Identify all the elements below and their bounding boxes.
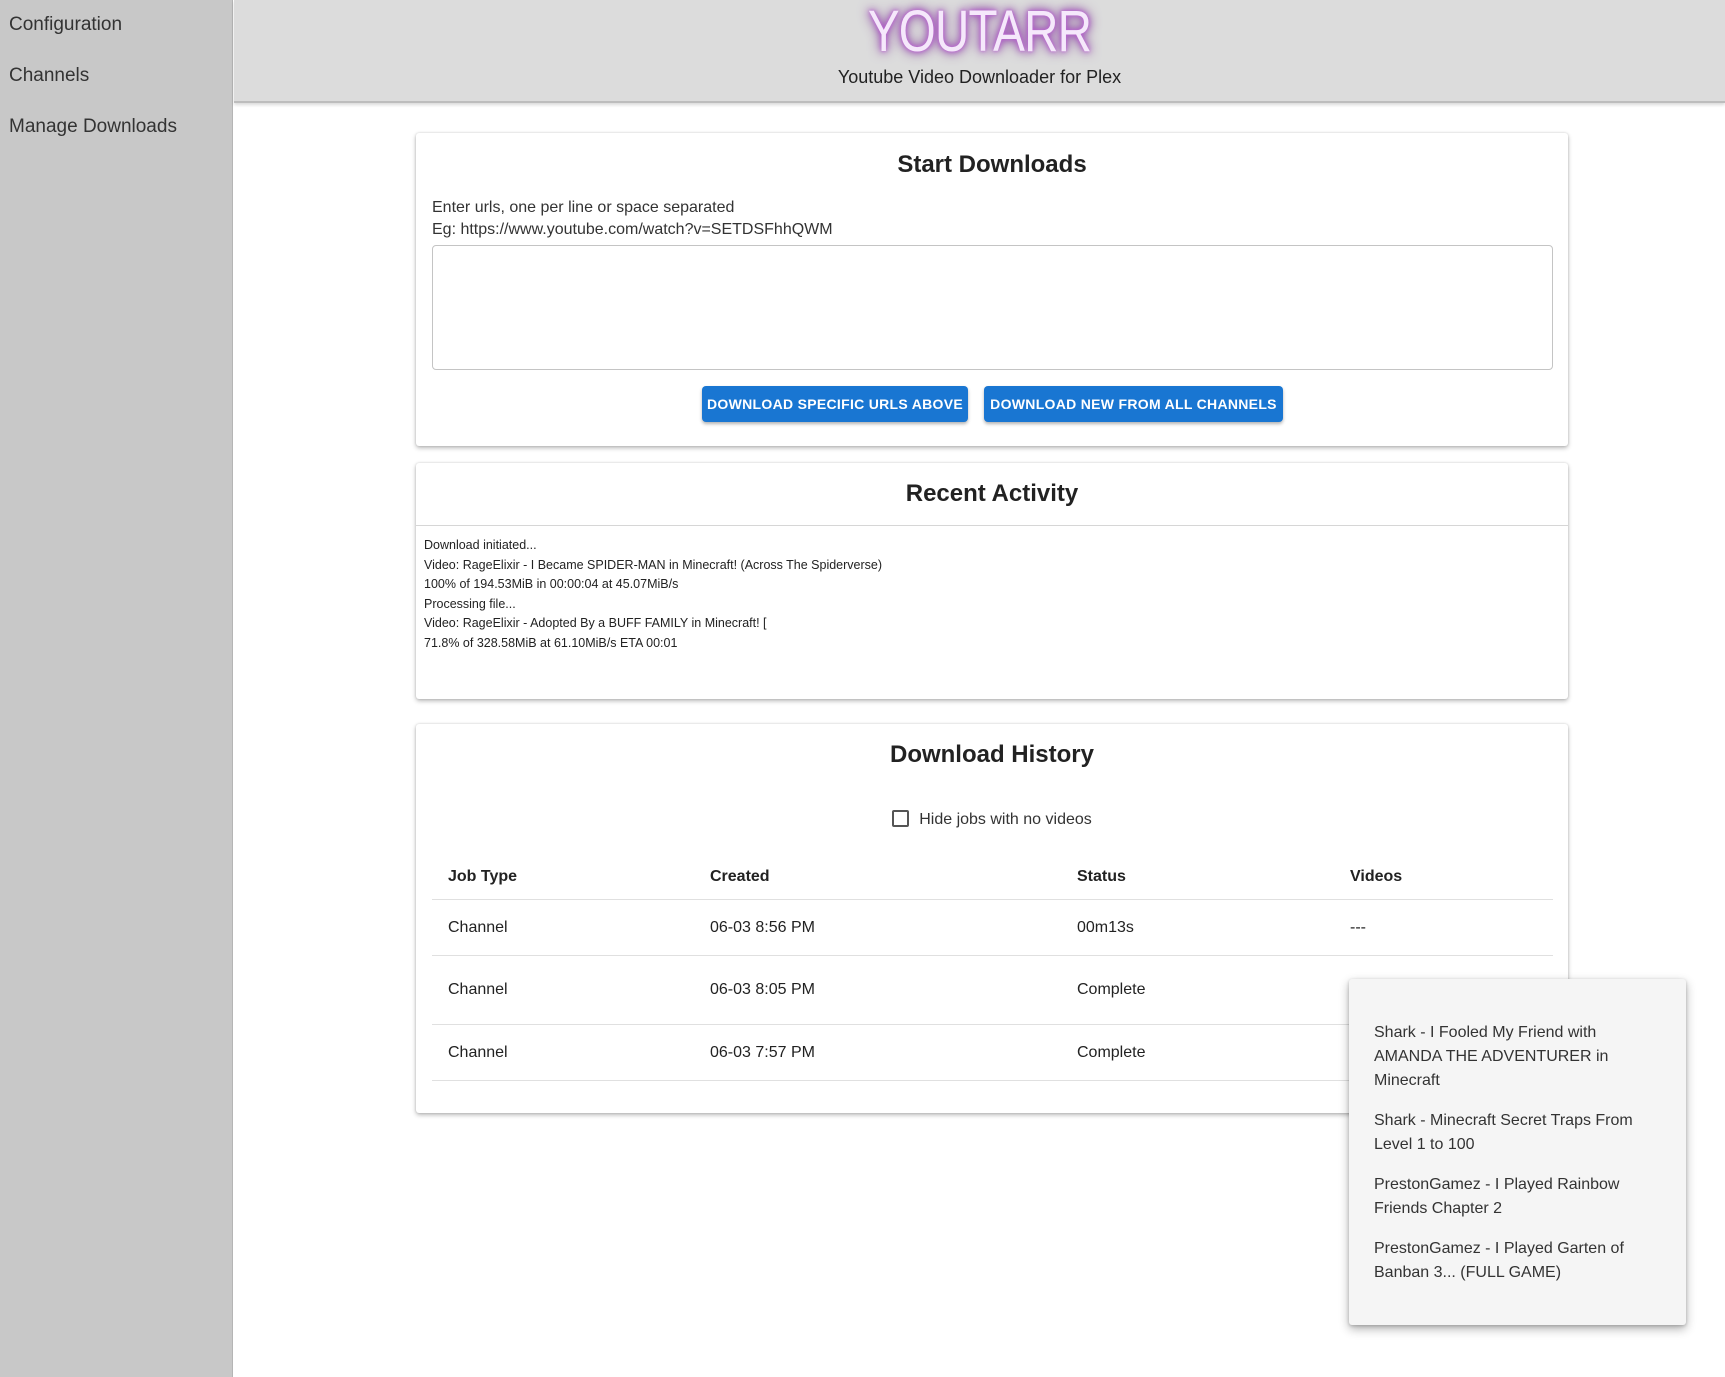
- status-cell: Complete: [1077, 1043, 1146, 1061]
- created-cell: 06-03 7:57 PM: [710, 1043, 815, 1061]
- video-list-item[interactable]: PrestonGamez - I Played Rainbow Friends …: [1374, 1173, 1664, 1221]
- app-subtitle: Youtube Video Downloader for Plex: [837, 67, 1122, 87]
- created-cell: 06-03 8:05 PM: [710, 981, 815, 998]
- status-cell: Complete: [1077, 981, 1146, 998]
- hide-jobs-toggle: Hide jobs with no videos: [416, 810, 1568, 829]
- hide-jobs-label[interactable]: Hide jobs with no videos: [919, 811, 1092, 828]
- sidebar-item-configuration[interactable]: Configuration: [0, 0, 232, 51]
- video-list-item[interactable]: Shark - Minecraft Secret Traps From Leve…: [1374, 1109, 1664, 1157]
- videos-popover: Shark - I Fooled My Friend with AMANDA T…: [1349, 979, 1686, 1325]
- column-header-job-type[interactable]: Job Type: [448, 854, 517, 899]
- table-header-row: Job Type Created Status Videos: [432, 854, 1553, 900]
- log-line: Download initiated...: [424, 538, 537, 552]
- job-type-cell: Channel: [448, 981, 508, 998]
- download-new-all-channels-button[interactable]: DOWNLOAD NEW FROM ALL CHANNELS: [984, 386, 1283, 422]
- start-downloads-card: Start Downloads Enter urls, one per line…: [416, 133, 1568, 446]
- video-list-item[interactable]: PrestonGamez - I Played Garten of Banban…: [1374, 1237, 1664, 1285]
- app-header: YOUTARR Youtube Video Downloader for Ple…: [234, 0, 1725, 103]
- log-line: Processing file...: [424, 596, 516, 611]
- column-header-created[interactable]: Created: [710, 854, 770, 899]
- url-input[interactable]: [432, 245, 1553, 370]
- app-logo: YOUTARR: [867, 0, 1092, 64]
- url-example-text: Eg: https://www.youtube.com/watch?v=SETD…: [432, 221, 833, 238]
- url-hint-text: Enter urls, one per line or space separa…: [432, 199, 735, 216]
- video-list-item[interactable]: Shark - I Fooled My Friend with AMANDA T…: [1374, 1021, 1664, 1093]
- column-header-videos[interactable]: Videos: [1350, 854, 1402, 899]
- job-type-cell: Channel: [448, 918, 508, 936]
- hide-jobs-checkbox[interactable]: [892, 810, 910, 827]
- start-downloads-title: Start Downloads: [897, 151, 1087, 178]
- job-type-cell: Channel: [448, 1043, 508, 1061]
- download-specific-urls-button[interactable]: DOWNLOAD SPECIFIC URLS ABOVE: [702, 386, 968, 422]
- log-line: Video: RageElixir - Adopted By a BUFF FA…: [424, 616, 767, 631]
- created-cell: 06-03 8:56 PM: [710, 918, 815, 936]
- sidebar-item-channels[interactable]: Channels: [0, 51, 232, 102]
- table-row[interactable]: Channel 06-03 8:56 PM 00m13s ---: [432, 900, 1553, 956]
- log-line: Video: RageElixir - I Became SPIDER-MAN …: [424, 557, 883, 572]
- column-header-status[interactable]: Status: [1077, 854, 1126, 899]
- sidebar: Configuration Channels Manage Downloads: [0, 0, 233, 1377]
- recent-activity-title: Recent Activity: [416, 463, 1568, 526]
- status-cell: 00m13s: [1077, 918, 1134, 936]
- activity-log: Download initiated... Video: RageElixir …: [416, 526, 1568, 664]
- download-history-title: Download History: [889, 741, 1094, 768]
- sidebar-item-manage-downloads[interactable]: Manage Downloads: [0, 102, 232, 153]
- log-line: 100% of 194.53MiB in 00:00:04 at 45.07Mi…: [424, 577, 679, 592]
- recent-activity-card: Recent Activity Download initiated... Vi…: [416, 463, 1568, 699]
- videos-cell[interactable]: ---: [1350, 900, 1366, 955]
- log-line: 71.8% of 328.58MiB at 61.10MiB/s ETA 00:…: [424, 635, 678, 650]
